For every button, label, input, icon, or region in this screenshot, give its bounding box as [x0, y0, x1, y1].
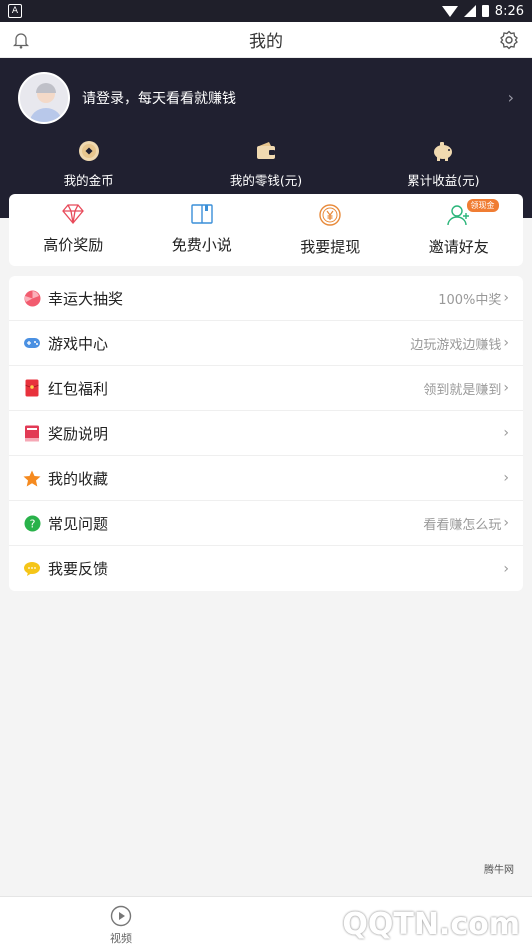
- menu-hint: 100%中奖: [438, 292, 502, 308]
- yen-icon: [319, 204, 341, 230]
- svg-text:?: ?: [29, 517, 35, 530]
- play-icon: [110, 905, 132, 930]
- avatar[interactable]: [18, 71, 70, 124]
- menu-hint: 看看赚怎么玩: [423, 517, 502, 533]
- star-icon: [23, 469, 41, 487]
- cash-badge: 领现金: [466, 199, 499, 212]
- menu-feedback[interactable]: 我要反馈 ›: [9, 546, 523, 591]
- status-bar: A 8:26: [0, 0, 532, 22]
- quick-label: 高价奖励: [43, 236, 104, 254]
- red-envelope-icon: [23, 379, 41, 397]
- menu-label: 红包福利: [48, 379, 109, 398]
- page-title: 我的: [249, 32, 283, 52]
- watermark: 腾牛网 QQTN.com: [342, 865, 520, 942]
- stat-label: 我的零钱(元): [229, 173, 303, 188]
- quick-withdraw[interactable]: 我要提现: [266, 194, 395, 266]
- notebook-icon: [23, 424, 41, 442]
- quick-label: 我要提现: [300, 238, 361, 256]
- login-prompt[interactable]: 请登录，每天看看就赚钱: [82, 88, 236, 108]
- menu-label: 奖励说明: [48, 424, 109, 443]
- quick-high-reward[interactable]: 高价奖励: [9, 194, 138, 266]
- stat-earnings[interactable]: 累计收益(元): [355, 140, 532, 189]
- watermark-logo: QQTN.com: [342, 907, 520, 942]
- menu-lucky-draw[interactable]: 幸运大抽奖 100%中奖 ›: [9, 276, 523, 321]
- signal-icon: [463, 5, 476, 17]
- quick-label: 邀请好友: [428, 238, 489, 256]
- chevron-right-icon: ›: [503, 335, 509, 351]
- wallet-icon: [255, 140, 277, 165]
- menu-label: 游戏中心: [48, 334, 109, 353]
- quick-label: 免费小说: [171, 236, 232, 254]
- stat-change[interactable]: 我的零钱(元): [177, 140, 354, 189]
- watermark-site: 腾牛网: [484, 865, 514, 876]
- wifi-icon: [441, 5, 458, 17]
- feedback-icon: [23, 560, 41, 578]
- stat-coins[interactable]: 我的金币: [0, 140, 177, 189]
- stat-label: 我的金币: [63, 173, 114, 188]
- book-icon: [190, 204, 214, 228]
- quick-actions: 高价奖励 免费小说 我要提现 领现金 邀请好友: [9, 194, 523, 266]
- menu-list: 幸运大抽奖 100%中奖 › 游戏中心 边玩游戏边赚钱 › 红包福利 领到就是赚…: [9, 276, 523, 591]
- tab-video[interactable]: 视频: [110, 905, 132, 946]
- chevron-right-icon: ›: [503, 560, 509, 577]
- quick-invite[interactable]: 领现金 邀请好友: [395, 194, 524, 266]
- menu-hint: 领到就是赚到: [423, 382, 502, 398]
- chevron-right-icon: ›: [503, 380, 509, 396]
- tab-label: 视频: [110, 932, 132, 945]
- menu-favorites[interactable]: 我的收藏 ›: [9, 456, 523, 501]
- menu-reward-rules[interactable]: 奖励说明 ›: [9, 411, 523, 456]
- bell-icon[interactable]: [12, 31, 30, 53]
- stat-label: 累计收益(元): [407, 173, 480, 188]
- app-notification-icon: A: [8, 4, 22, 18]
- menu-faq[interactable]: ? 常见问题 看看赚怎么玩 ›: [9, 501, 523, 546]
- chevron-right-icon: ›: [503, 425, 509, 441]
- diamond-icon: [61, 204, 85, 228]
- gear-icon[interactable]: [499, 30, 519, 54]
- chevron-right-icon: ›: [503, 290, 509, 306]
- bottom-nav: 视频 腾牛网 QQTN.com: [0, 865, 532, 946]
- menu-label: 我的收藏: [48, 469, 109, 488]
- status-time: 8:26: [494, 3, 524, 19]
- gamepad-icon: [23, 334, 41, 352]
- chevron-right-icon: ›: [503, 470, 509, 486]
- coin-icon: [78, 140, 100, 165]
- menu-label: 常见问题: [48, 514, 109, 533]
- login-row[interactable]: 请登录，每天看看就赚钱 ›: [0, 58, 532, 128]
- battery-icon: [481, 5, 489, 17]
- top-bar: 我的: [0, 22, 532, 58]
- menu-red-envelope[interactable]: 红包福利 领到就是赚到 ›: [9, 366, 523, 411]
- lucky-draw-icon: [23, 289, 41, 307]
- menu-label: 幸运大抽奖: [48, 289, 124, 308]
- menu-label: 我要反馈: [48, 560, 109, 578]
- quick-free-novel[interactable]: 免费小说: [138, 194, 267, 266]
- stats-row: 我的金币 我的零钱(元) 累计收益(元): [0, 140, 532, 189]
- chevron-right-icon[interactable]: ›: [508, 88, 514, 107]
- piggy-bank-icon: [431, 140, 455, 165]
- chevron-right-icon: ›: [503, 515, 509, 531]
- menu-game-center[interactable]: 游戏中心 边玩游戏边赚钱 ›: [9, 321, 523, 366]
- question-icon: ?: [23, 514, 41, 532]
- menu-hint: 边玩游戏边赚钱: [410, 337, 502, 353]
